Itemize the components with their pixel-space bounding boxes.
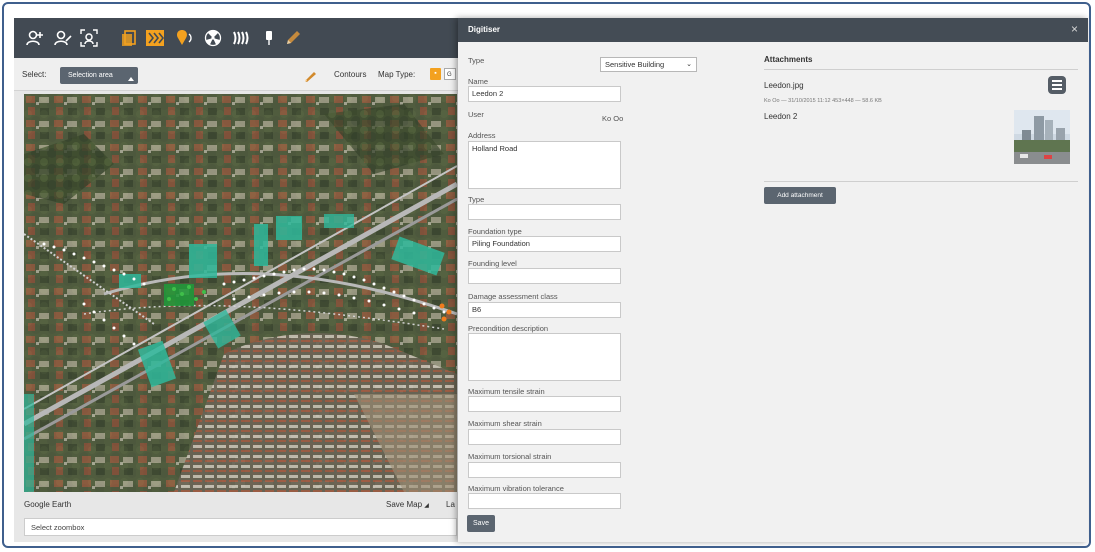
satellite-map[interactable] bbox=[24, 94, 457, 492]
attachments-divider bbox=[764, 69, 1078, 70]
type-select[interactable]: Sensitive Building ⌄ bbox=[600, 57, 697, 72]
map-controls-bar: Select: Selection area Contours Map Type… bbox=[14, 58, 459, 91]
contours-label[interactable]: Contours bbox=[334, 70, 366, 79]
chevrons-icon[interactable] bbox=[144, 27, 166, 49]
torsional-strain-input[interactable] bbox=[468, 462, 621, 478]
address-textarea[interactable]: Holland Road bbox=[468, 141, 621, 189]
add-attachment-button[interactable]: Add attachment bbox=[764, 187, 836, 204]
draw-contour-icon[interactable] bbox=[304, 70, 318, 82]
foundation-type-input[interactable]: Piling Foundation bbox=[468, 236, 621, 252]
foundation-type-label: Foundation type bbox=[468, 227, 522, 236]
dialog-title: Digitiser bbox=[468, 25, 501, 34]
save-map-button[interactable]: Save Map ◢ bbox=[386, 500, 429, 509]
user-value: Ko Oo bbox=[602, 114, 624, 123]
user-search-icon[interactable] bbox=[78, 27, 100, 49]
address-label: Address bbox=[468, 131, 496, 140]
save-button[interactable]: Save bbox=[467, 515, 495, 532]
name-input[interactable]: Leedon 2 bbox=[468, 86, 621, 102]
map-type-label: Map Type: bbox=[378, 70, 416, 79]
user-label: User bbox=[468, 110, 484, 119]
attachment-meta: Ko Oo — 31/10/2015 11:12 453×448 — 58.6 … bbox=[764, 98, 882, 104]
damage-class-input[interactable]: B6 bbox=[468, 302, 621, 318]
attachments-bottom-divider bbox=[764, 181, 1078, 182]
attachment-filename[interactable]: Leedon.jpg bbox=[764, 81, 804, 90]
attachment-thumbnail[interactable] bbox=[1014, 110, 1070, 164]
type-label: Type bbox=[468, 56, 485, 65]
map-source-label: Google Earth bbox=[24, 500, 72, 509]
type-select-value: Sensitive Building bbox=[605, 60, 665, 69]
satellite-imagery bbox=[24, 94, 457, 492]
zoombox-select[interactable]: Select zoombox bbox=[24, 518, 457, 536]
save-map-label: Save Map bbox=[386, 500, 423, 509]
tensile-strain-label: Maximum tensile strain bbox=[468, 387, 545, 396]
attachment-caption: Leedon 2 bbox=[764, 112, 798, 121]
digitiser-dialog: Digitiser × Type Sensitive Building ⌄ Na… bbox=[458, 18, 1088, 542]
add-user-icon[interactable] bbox=[24, 27, 46, 49]
founding-level-label: Founding level bbox=[468, 259, 517, 268]
truncated-control-label[interactable]: La bbox=[446, 500, 455, 509]
shear-strain-input[interactable] bbox=[468, 429, 621, 445]
precondition-textarea[interactable] bbox=[468, 333, 621, 381]
vibration-icon[interactable] bbox=[230, 27, 252, 49]
hamburger-menu-icon[interactable] bbox=[1048, 76, 1066, 94]
damage-class-label: Damage assessment class bbox=[468, 292, 558, 301]
founding-level-input[interactable] bbox=[468, 268, 621, 284]
building-photo-icon bbox=[1014, 110, 1070, 164]
secondary-type-input[interactable] bbox=[468, 204, 621, 220]
selection-area-button[interactable]: Selection area bbox=[60, 67, 138, 84]
save-map-dropdown-icon: ◢ bbox=[424, 503, 429, 509]
vibration-tolerance-input[interactable] bbox=[468, 493, 621, 509]
marker-icon[interactable] bbox=[172, 27, 194, 49]
user-edit-icon[interactable] bbox=[52, 27, 74, 49]
attachments-heading: Attachments bbox=[764, 55, 813, 64]
pencil-icon[interactable] bbox=[282, 27, 304, 49]
map-footer: Google Earth Save Map ◢ La bbox=[14, 494, 459, 516]
radiation-icon[interactable] bbox=[202, 27, 224, 49]
chevron-down-icon: ⌄ bbox=[686, 61, 692, 68]
select-label: Select: bbox=[22, 70, 47, 79]
selection-area-label: Selection area bbox=[68, 72, 113, 79]
secondary-type-label: Type bbox=[468, 195, 485, 204]
dialog-header: Digitiser × bbox=[458, 18, 1088, 42]
close-icon[interactable]: × bbox=[1071, 22, 1078, 36]
tensile-strain-input[interactable] bbox=[468, 396, 621, 412]
screenshot-frame: Select: Selection area Contours Map Type… bbox=[2, 2, 1091, 548]
shear-strain-label: Maximum shear strain bbox=[468, 419, 542, 428]
main-toolbar bbox=[14, 18, 459, 58]
vibration-tolerance-label: Maximum vibration tolerance bbox=[468, 484, 564, 493]
dropdown-corner-icon bbox=[128, 77, 134, 81]
torsional-strain-label: Maximum torsional strain bbox=[468, 452, 552, 461]
map-type-selected-icon[interactable]: ▪ bbox=[430, 68, 441, 80]
map-application: Select: Selection area Contours Map Type… bbox=[14, 18, 459, 542]
pin-icon[interactable] bbox=[258, 27, 280, 49]
layers-icon[interactable] bbox=[118, 27, 140, 49]
name-label: Name bbox=[468, 77, 489, 86]
precondition-label: Precondition description bbox=[468, 324, 549, 333]
map-type-option-icon[interactable]: G bbox=[444, 68, 456, 80]
